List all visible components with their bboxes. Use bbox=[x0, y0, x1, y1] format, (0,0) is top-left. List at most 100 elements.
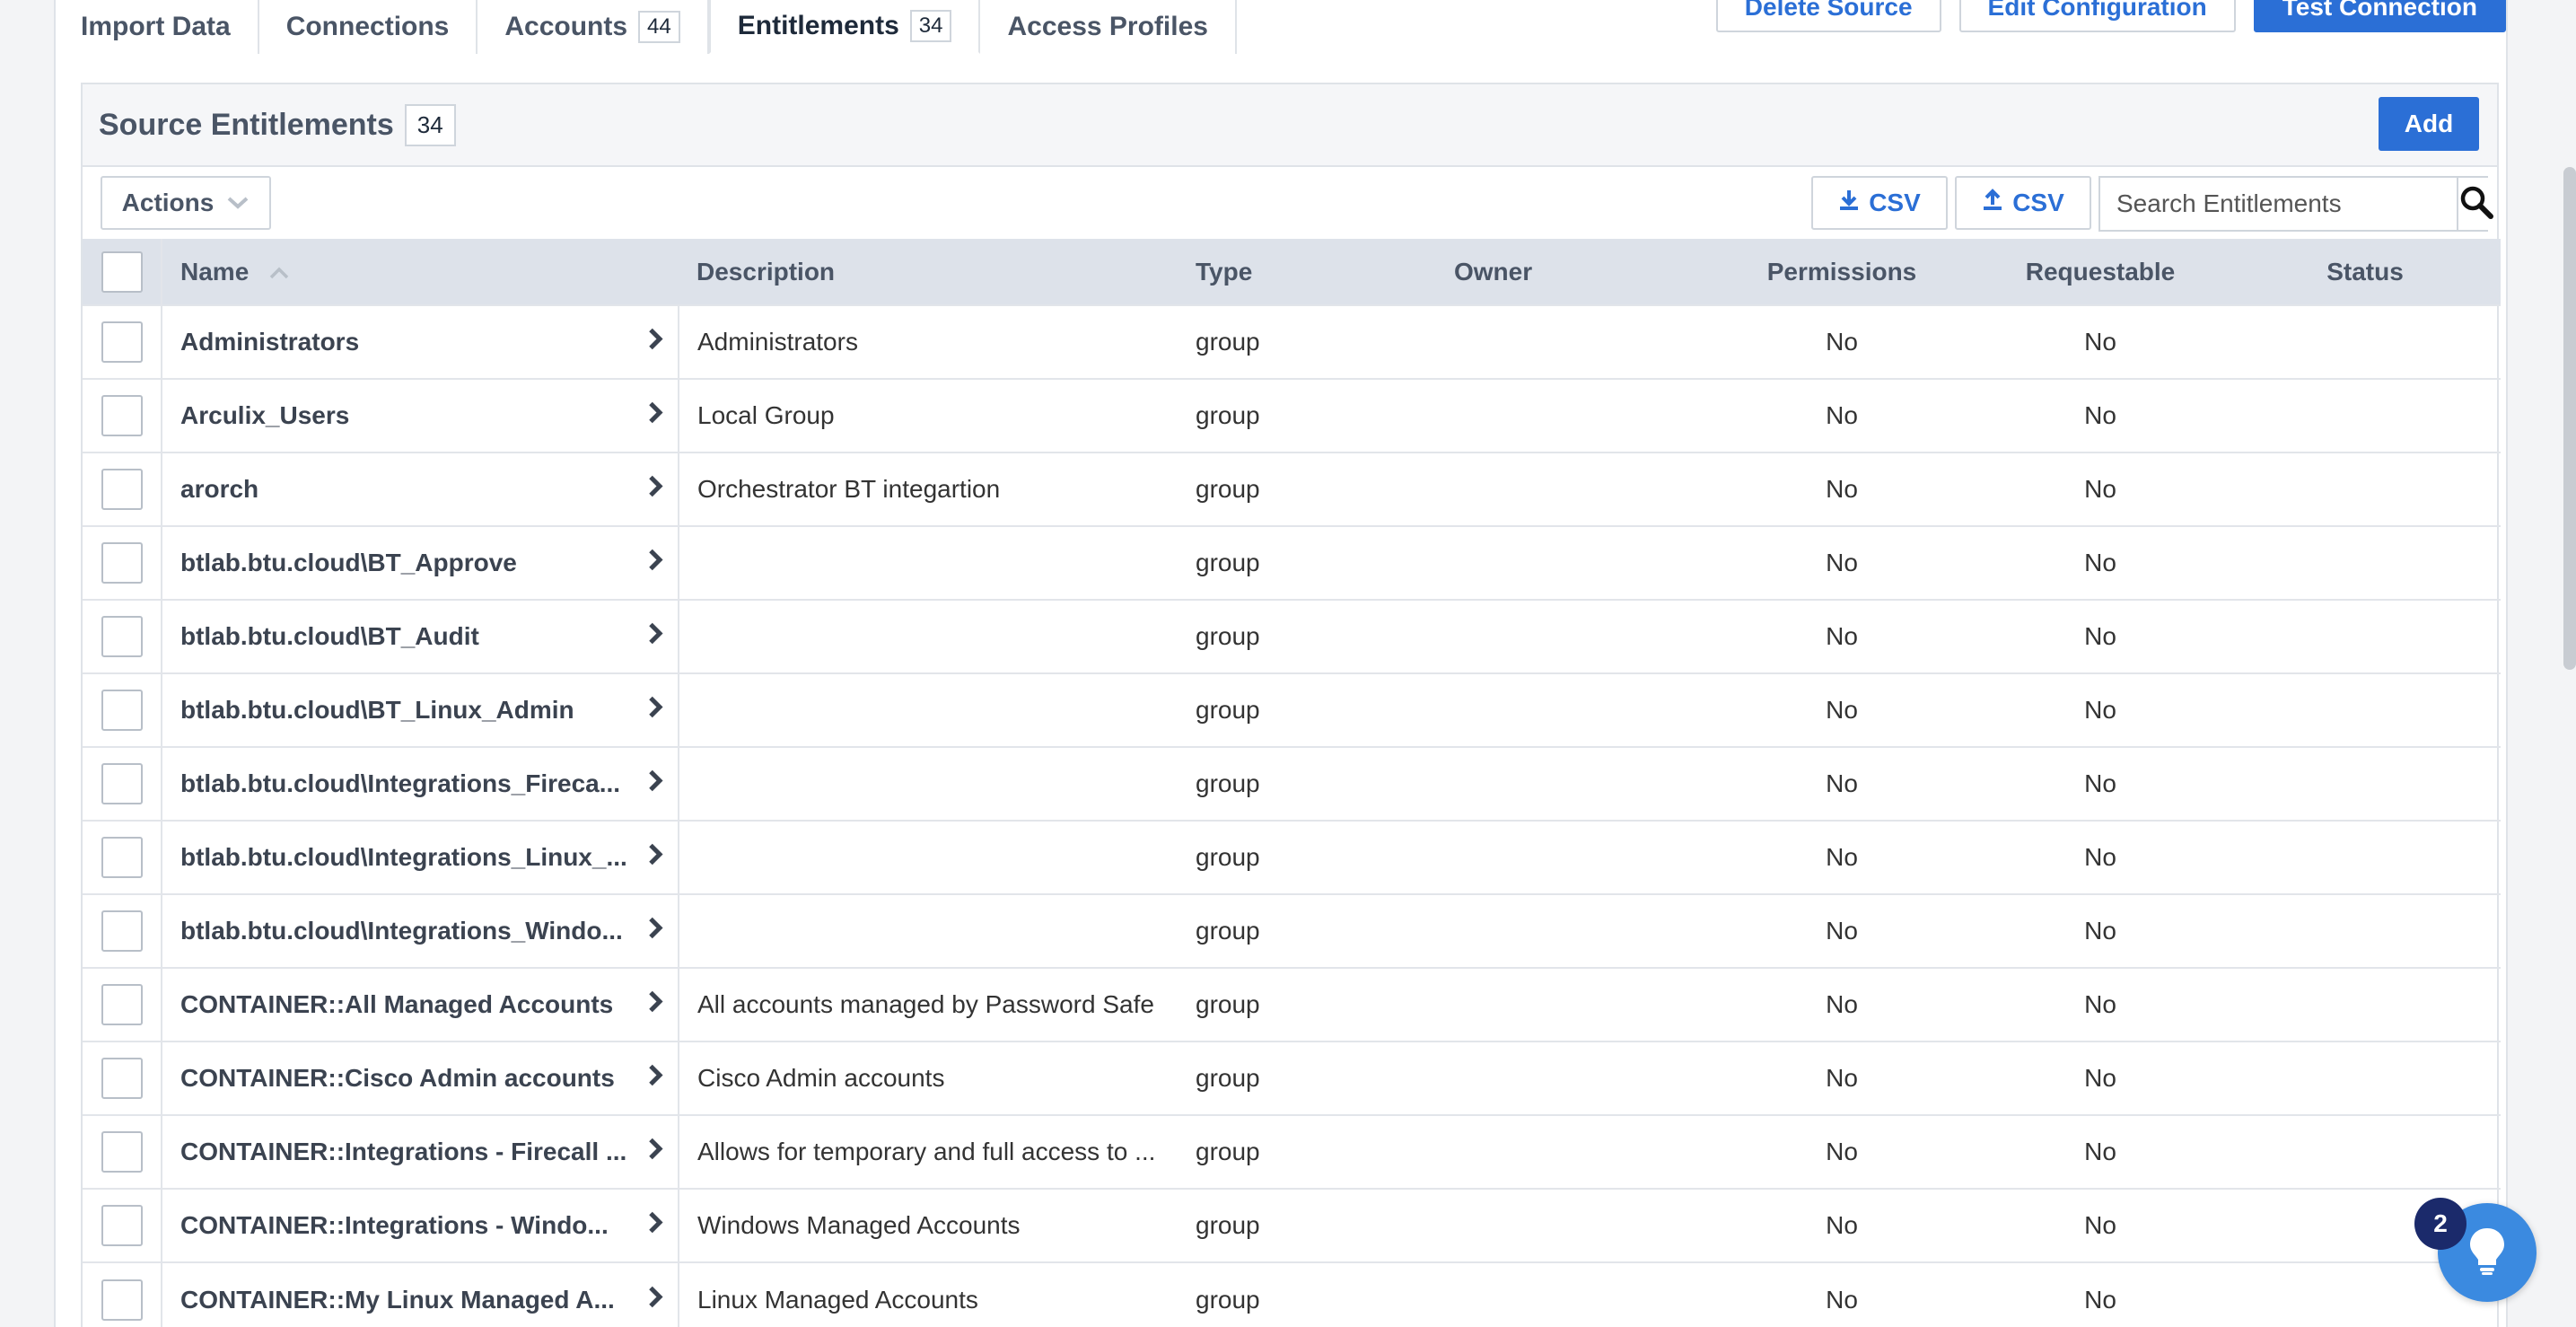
type-cell: group bbox=[1196, 967, 1454, 1041]
table-row[interactable]: arorch Orchestrator BT integartion group… bbox=[83, 452, 2501, 526]
tab-connections[interactable]: Connections bbox=[259, 0, 478, 54]
column-header-status[interactable]: Status bbox=[2230, 239, 2501, 305]
table-row[interactable]: btlab.btu.cloud\BT_Linux_Admin group No … bbox=[83, 672, 2501, 747]
add-button[interactable]: Add bbox=[2379, 97, 2479, 151]
chevron-right-icon[interactable] bbox=[647, 990, 663, 1020]
tab-entitlements[interactable]: Entitlements 34 bbox=[708, 0, 981, 54]
column-header-name[interactable]: Name bbox=[162, 239, 679, 305]
page-scrollbar[interactable] bbox=[2563, 167, 2576, 670]
entitlement-name-cell[interactable]: btlab.btu.cloud\BT_Audit bbox=[162, 599, 679, 673]
permissions-cell: No bbox=[1713, 452, 1971, 526]
chevron-right-icon[interactable] bbox=[647, 549, 663, 578]
row-checkbox[interactable] bbox=[101, 542, 143, 584]
entitlement-name[interactable]: CONTAINER::Cisco Admin accounts bbox=[180, 1064, 629, 1093]
column-header-requestable[interactable]: Requestable bbox=[1971, 239, 2230, 305]
entitlement-name[interactable]: CONTAINER::Integrations - Windo... bbox=[180, 1211, 629, 1240]
entitlement-name-cell[interactable]: Administrators bbox=[162, 304, 679, 379]
table-row[interactable]: CONTAINER::Integrations - Firecall ... A… bbox=[83, 1114, 2501, 1189]
entitlement-name-cell[interactable]: arorch bbox=[162, 452, 679, 526]
entitlement-name-cell[interactable]: btlab.btu.cloud\Integrations_Linux_... bbox=[162, 820, 679, 894]
chevron-right-icon[interactable] bbox=[647, 843, 663, 873]
select-all-checkbox[interactable] bbox=[101, 250, 143, 293]
entitlement-name[interactable]: btlab.btu.cloud\BT_Approve bbox=[180, 549, 629, 577]
search-button[interactable] bbox=[2457, 178, 2494, 230]
row-checkbox[interactable] bbox=[101, 984, 143, 1025]
tab-access-profiles[interactable]: Access Profiles bbox=[980, 0, 1237, 54]
entitlement-name[interactable]: CONTAINER::My Linux Managed A... bbox=[180, 1286, 629, 1314]
row-checkbox[interactable] bbox=[101, 469, 143, 510]
entitlement-name[interactable]: Arculix_Users bbox=[180, 401, 629, 430]
entitlement-name[interactable]: btlab.btu.cloud\Integrations_Linux_... bbox=[180, 843, 629, 872]
description-cell bbox=[679, 893, 1196, 968]
chevron-right-icon[interactable] bbox=[647, 475, 663, 505]
column-header-permissions[interactable]: Permissions bbox=[1713, 239, 1971, 305]
table-row[interactable]: CONTAINER::Cisco Admin accounts Cisco Ad… bbox=[83, 1041, 2501, 1115]
chevron-right-icon[interactable] bbox=[647, 328, 663, 357]
chevron-right-icon[interactable] bbox=[647, 917, 663, 946]
entitlement-name-cell[interactable]: btlab.btu.cloud\Integrations_Windo... bbox=[162, 893, 679, 968]
chevron-right-icon[interactable] bbox=[647, 1138, 663, 1167]
table-row[interactable]: btlab.btu.cloud\Integrations_Fireca... g… bbox=[83, 746, 2501, 821]
table-row[interactable]: CONTAINER::Integrations - Windo... Windo… bbox=[83, 1188, 2501, 1262]
test-connection-button[interactable]: Test Connection bbox=[2253, 0, 2506, 32]
row-checkbox[interactable] bbox=[101, 1131, 143, 1173]
row-checkbox[interactable] bbox=[101, 616, 143, 657]
csv-download-button[interactable]: CSV bbox=[1811, 176, 1948, 230]
entitlement-name-cell[interactable]: btlab.btu.cloud\BT_Approve bbox=[162, 525, 679, 600]
entitlement-name-cell[interactable]: CONTAINER::My Linux Managed A... bbox=[162, 1261, 679, 1327]
entitlement-name-cell[interactable]: CONTAINER::Integrations - Firecall ... bbox=[162, 1114, 679, 1189]
entitlement-name[interactable]: btlab.btu.cloud\BT_Linux_Admin bbox=[180, 696, 629, 725]
entitlement-name[interactable]: CONTAINER::Integrations - Firecall ... bbox=[180, 1138, 629, 1166]
type-cell: group bbox=[1196, 1261, 1454, 1327]
entitlement-name-cell[interactable]: Arculix_Users bbox=[162, 378, 679, 453]
chevron-right-icon[interactable] bbox=[647, 1211, 663, 1241]
column-header-description[interactable]: Description bbox=[679, 239, 1196, 305]
entitlement-name[interactable]: arorch bbox=[180, 475, 629, 504]
entitlement-name[interactable]: Administrators bbox=[180, 328, 629, 356]
table-row[interactable]: Arculix_Users Local Group group No No bbox=[83, 378, 2501, 453]
entitlement-name[interactable]: btlab.btu.cloud\Integrations_Windo... bbox=[180, 917, 629, 945]
table-row[interactable]: btlab.btu.cloud\BT_Approve group No No bbox=[83, 525, 2501, 600]
chevron-right-icon[interactable] bbox=[647, 622, 663, 652]
table-row[interactable]: CONTAINER::All Managed Accounts All acco… bbox=[83, 967, 2501, 1041]
csv-upload-button[interactable]: CSV bbox=[1955, 176, 2091, 230]
entitlement-name-cell[interactable]: CONTAINER::Integrations - Windo... bbox=[162, 1188, 679, 1262]
row-checkbox[interactable] bbox=[101, 837, 143, 878]
chevron-right-icon[interactable] bbox=[647, 1285, 663, 1314]
row-checkbox[interactable] bbox=[101, 1279, 143, 1321]
entitlement-name-cell[interactable]: btlab.btu.cloud\BT_Linux_Admin bbox=[162, 672, 679, 747]
table-row[interactable]: btlab.btu.cloud\Integrations_Linux_... g… bbox=[83, 820, 2501, 894]
row-checkbox[interactable] bbox=[101, 1205, 143, 1246]
column-header-owner[interactable]: Owner bbox=[1454, 239, 1713, 305]
entitlement-name-cell[interactable]: btlab.btu.cloud\Integrations_Fireca... bbox=[162, 746, 679, 821]
entitlement-name[interactable]: CONTAINER::All Managed Accounts bbox=[180, 990, 629, 1019]
actions-dropdown[interactable]: Actions bbox=[101, 176, 271, 230]
entitlement-name[interactable]: btlab.btu.cloud\Integrations_Fireca... bbox=[180, 769, 629, 798]
column-header-type[interactable]: Type bbox=[1196, 239, 1454, 305]
chevron-right-icon[interactable] bbox=[647, 696, 663, 725]
tab-accounts[interactable]: Accounts 44 bbox=[478, 0, 709, 54]
entitlement-name-cell[interactable]: CONTAINER::Cisco Admin accounts bbox=[162, 1041, 679, 1115]
table-row[interactable]: Administrators Administrators group No N… bbox=[83, 304, 2501, 379]
row-select-cell bbox=[83, 967, 162, 1041]
row-checkbox[interactable] bbox=[101, 321, 143, 363]
row-checkbox[interactable] bbox=[101, 763, 143, 804]
row-checkbox[interactable] bbox=[101, 1058, 143, 1099]
edit-configuration-button[interactable]: Edit Configuration bbox=[1958, 0, 2236, 32]
chevron-right-icon[interactable] bbox=[647, 769, 663, 799]
permissions-cell: No bbox=[1713, 967, 1971, 1041]
search-input[interactable] bbox=[2100, 178, 2457, 230]
row-checkbox[interactable] bbox=[101, 690, 143, 731]
row-checkbox[interactable] bbox=[101, 395, 143, 436]
notification-count-badge: 2 bbox=[2414, 1198, 2466, 1250]
table-row[interactable]: CONTAINER::My Linux Managed A... Linux M… bbox=[83, 1261, 2501, 1327]
entitlement-name[interactable]: btlab.btu.cloud\BT_Audit bbox=[180, 622, 629, 651]
table-row[interactable]: btlab.btu.cloud\BT_Audit group No No bbox=[83, 599, 2501, 673]
chevron-right-icon[interactable] bbox=[647, 401, 663, 431]
delete-source-button[interactable]: Delete Source bbox=[1715, 0, 1941, 32]
tab-import-data[interactable]: Import Data bbox=[54, 0, 259, 54]
row-checkbox[interactable] bbox=[101, 910, 143, 952]
entitlement-name-cell[interactable]: CONTAINER::All Managed Accounts bbox=[162, 967, 679, 1041]
chevron-right-icon[interactable] bbox=[647, 1064, 663, 1094]
table-row[interactable]: btlab.btu.cloud\Integrations_Windo... gr… bbox=[83, 893, 2501, 968]
